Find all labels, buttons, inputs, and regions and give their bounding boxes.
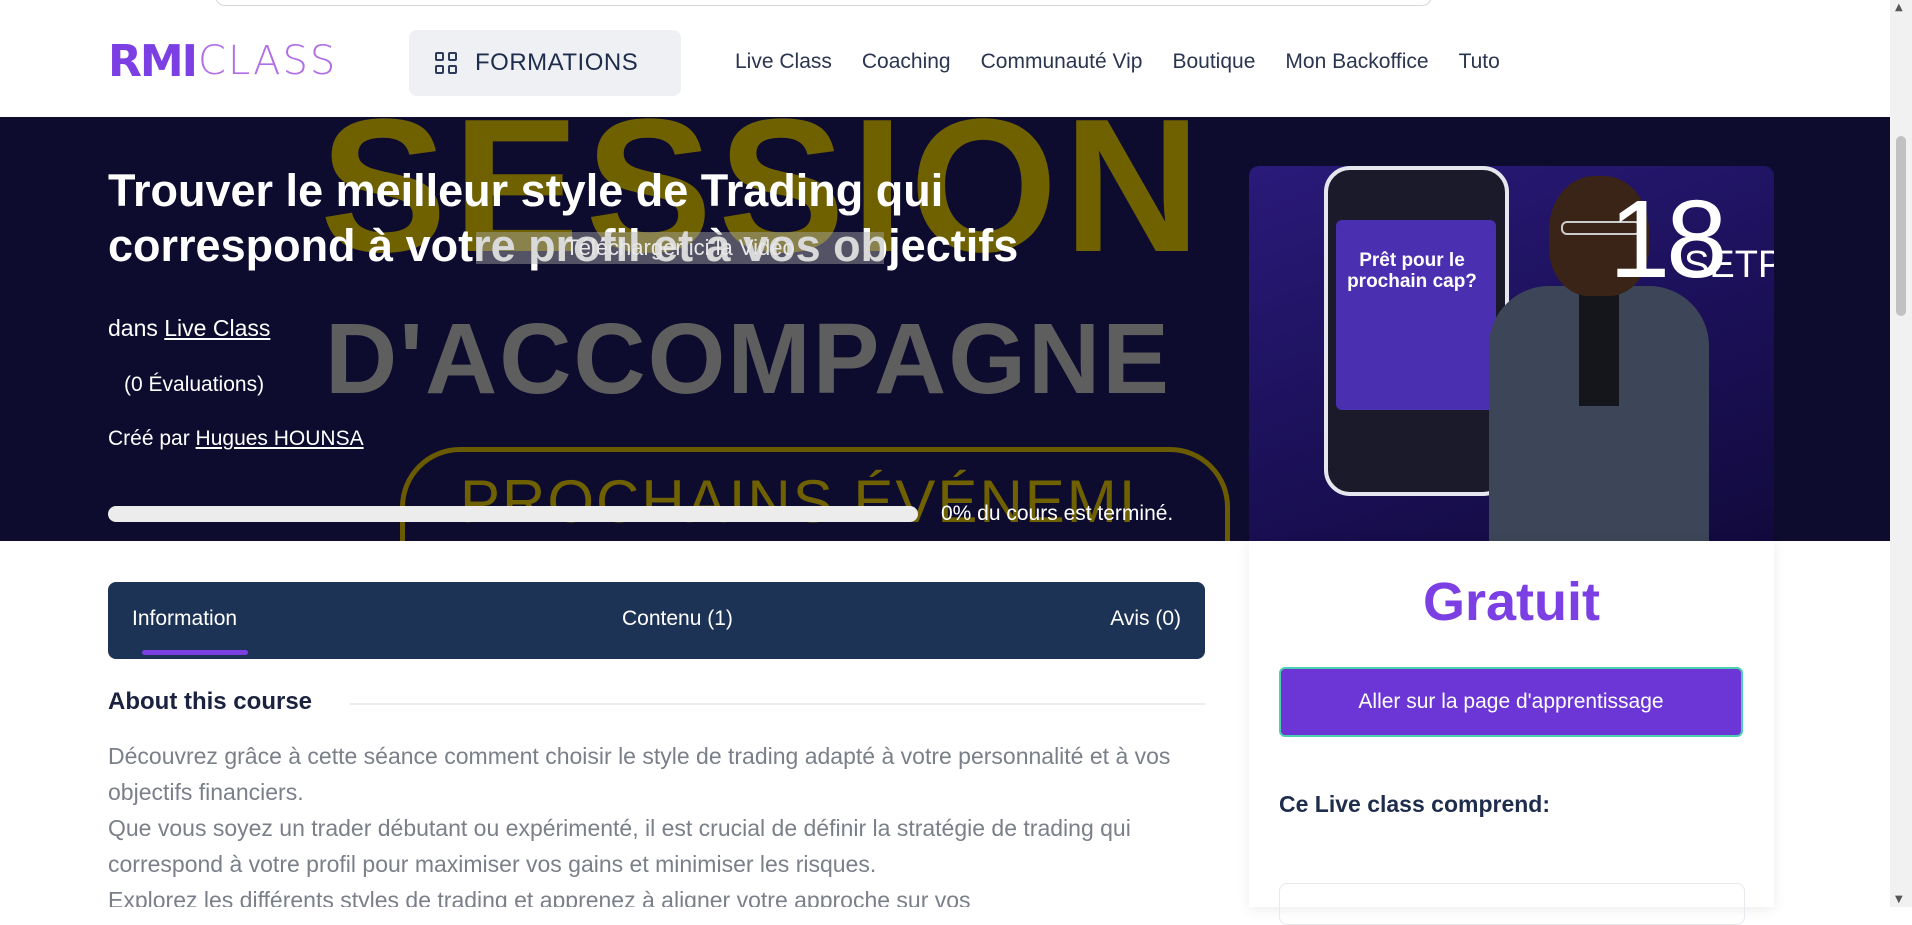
scroll-up-icon[interactable]: ▲ — [1895, 2, 1903, 13]
course-category: dans Live Class — [108, 315, 270, 342]
tab-information[interactable]: Information — [132, 607, 237, 631]
course-author: Créé par Hugues HOUNSA — [108, 427, 364, 451]
site-header: RMI CLASS FORMATIONS Live Class Coaching… — [0, 12, 1890, 117]
grid-icon — [435, 52, 457, 74]
video-download-overlay[interactable]: Télécharger ici la Vidéo — [476, 232, 884, 264]
phone-mockup: Prêt pour le prochain cap? — [1324, 166, 1509, 496]
scrollbar-thumb[interactable] — [1896, 136, 1906, 316]
author-link[interactable]: Hugues HOUNSA — [196, 427, 364, 450]
scroll-down-icon[interactable]: ▼ — [1895, 894, 1903, 905]
category-prefix: dans — [108, 315, 158, 341]
go-to-learning-button[interactable]: Aller sur la page d'apprentissage — [1279, 667, 1743, 737]
event-date-month: SETP — [1684, 244, 1774, 286]
nav-mon-backoffice[interactable]: Mon Backoffice — [1285, 50, 1428, 74]
nav-coaching[interactable]: Coaching — [862, 50, 951, 74]
active-tab-indicator — [142, 650, 248, 655]
category-link[interactable]: Live Class — [164, 315, 270, 341]
about-paragraph: Découvrez grâce à cette séance comment c… — [108, 743, 1171, 805]
nav-communaute-vip[interactable]: Communauté Vip — [981, 50, 1143, 74]
about-paragraph: Explorez les différents styles de tradin… — [108, 887, 971, 907]
nav-tuto[interactable]: Tuto — [1459, 50, 1500, 74]
about-description: Découvrez grâce à cette séance comment c… — [108, 738, 1208, 907]
about-section-title: About this course — [108, 688, 313, 715]
author-prefix: Créé par — [108, 427, 190, 450]
course-progress-text: 0% du cours est terminé. — [941, 502, 1174, 525]
formations-label: FORMATIONS — [475, 49, 639, 76]
nav-boutique[interactable]: Boutique — [1172, 50, 1255, 74]
about-divider — [350, 703, 1205, 705]
course-thumbnail: Prêt pour le prochain cap? 18 SETP — [1249, 166, 1774, 541]
tab-avis[interactable]: Avis (0) — [1110, 607, 1181, 631]
course-progress-bar — [108, 506, 918, 522]
hero-bg-word-accompagne: D'ACCOMPAGNE — [325, 303, 1171, 415]
course-price: Gratuit — [1422, 572, 1600, 632]
pricing-card: Gratuit Aller sur la page d'apprentissag… — [1249, 541, 1774, 925]
browser-top-strip — [0, 0, 1890, 12]
nav-live-class[interactable]: Live Class — [735, 50, 832, 74]
phone-screen-text: Prêt pour le prochain cap? — [1347, 250, 1477, 292]
phone-screen — [1336, 220, 1496, 410]
logo-main: RMI — [108, 35, 198, 87]
course-tabs: Information Contenu (1) Avis (0) — [108, 582, 1205, 659]
logo-sub: CLASS — [198, 38, 338, 84]
vertical-scrollbar[interactable]: ▲ ▼ — [1890, 0, 1912, 907]
includes-title: Ce Live class comprend: — [1279, 791, 1550, 817]
site-logo[interactable]: RMI CLASS — [108, 35, 338, 87]
formations-button[interactable]: FORMATIONS — [409, 30, 681, 96]
address-bar-edge — [215, 0, 1432, 6]
main-nav: Live Class Coaching Communauté Vip Bouti… — [735, 50, 1500, 74]
about-paragraph: Que vous soyez un trader débutant ou exp… — [108, 815, 1131, 877]
includes-list — [1279, 883, 1745, 925]
tab-contenu[interactable]: Contenu (1) — [622, 607, 733, 631]
ratings-count: (0 Évaluations) — [124, 373, 265, 396]
